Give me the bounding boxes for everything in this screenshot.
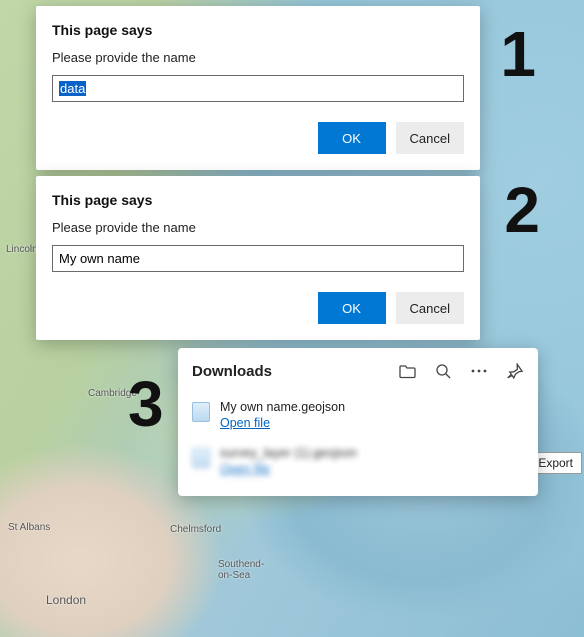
download-item[interactable]: survey_layer (1).geojson Open file <box>192 440 524 486</box>
step-number-2: 2 <box>504 178 540 242</box>
file-icon <box>192 448 210 468</box>
folder-icon[interactable] <box>398 362 416 380</box>
map-label-southend: Southend- on-Sea <box>218 559 264 581</box>
step-number-3: 3 <box>128 372 164 436</box>
file-icon <box>192 402 210 422</box>
open-file-link[interactable]: Open file <box>220 416 270 430</box>
map-label-chelmsford: Chelmsford <box>170 524 221 535</box>
cancel-button[interactable]: Cancel <box>396 292 464 324</box>
open-file-link[interactable]: Open file <box>220 462 270 476</box>
map-label-lincoln: Lincoln <box>6 244 38 255</box>
ok-button[interactable]: OK <box>318 292 386 324</box>
ok-button[interactable]: OK <box>318 122 386 154</box>
download-filename: My own name.geojson <box>220 400 345 414</box>
prompt-dialog-1: This page says Please provide the name d… <box>36 6 480 170</box>
dialog-message: Please provide the name <box>52 220 464 235</box>
downloads-panel: Downloads My own name.geojson Open file … <box>178 348 538 496</box>
pin-icon[interactable] <box>506 362 524 380</box>
dialog-buttons: OK Cancel <box>52 292 464 324</box>
step-number-1: 1 <box>500 22 536 86</box>
download-filename: survey_layer (1).geojson <box>220 446 357 460</box>
downloads-title: Downloads <box>192 363 398 380</box>
dialog-title: This page says <box>52 192 464 208</box>
dialog-title: This page says <box>52 22 464 38</box>
selected-text: data <box>59 81 86 96</box>
name-input[interactable]: data <box>52 75 464 102</box>
more-icon[interactable] <box>470 362 488 380</box>
dialog-message: Please provide the name <box>52 50 464 65</box>
prompt-dialog-2: This page says Please provide the name O… <box>36 176 480 340</box>
map-label-stalbans: St Albans <box>8 522 50 533</box>
search-icon[interactable] <box>434 362 452 380</box>
download-item[interactable]: My own name.geojson Open file <box>192 394 524 440</box>
name-input[interactable] <box>52 245 464 272</box>
map-label-london: London <box>46 593 86 607</box>
downloads-header: Downloads <box>192 362 524 380</box>
cancel-button[interactable]: Cancel <box>396 122 464 154</box>
dialog-buttons: OK Cancel <box>52 122 464 154</box>
